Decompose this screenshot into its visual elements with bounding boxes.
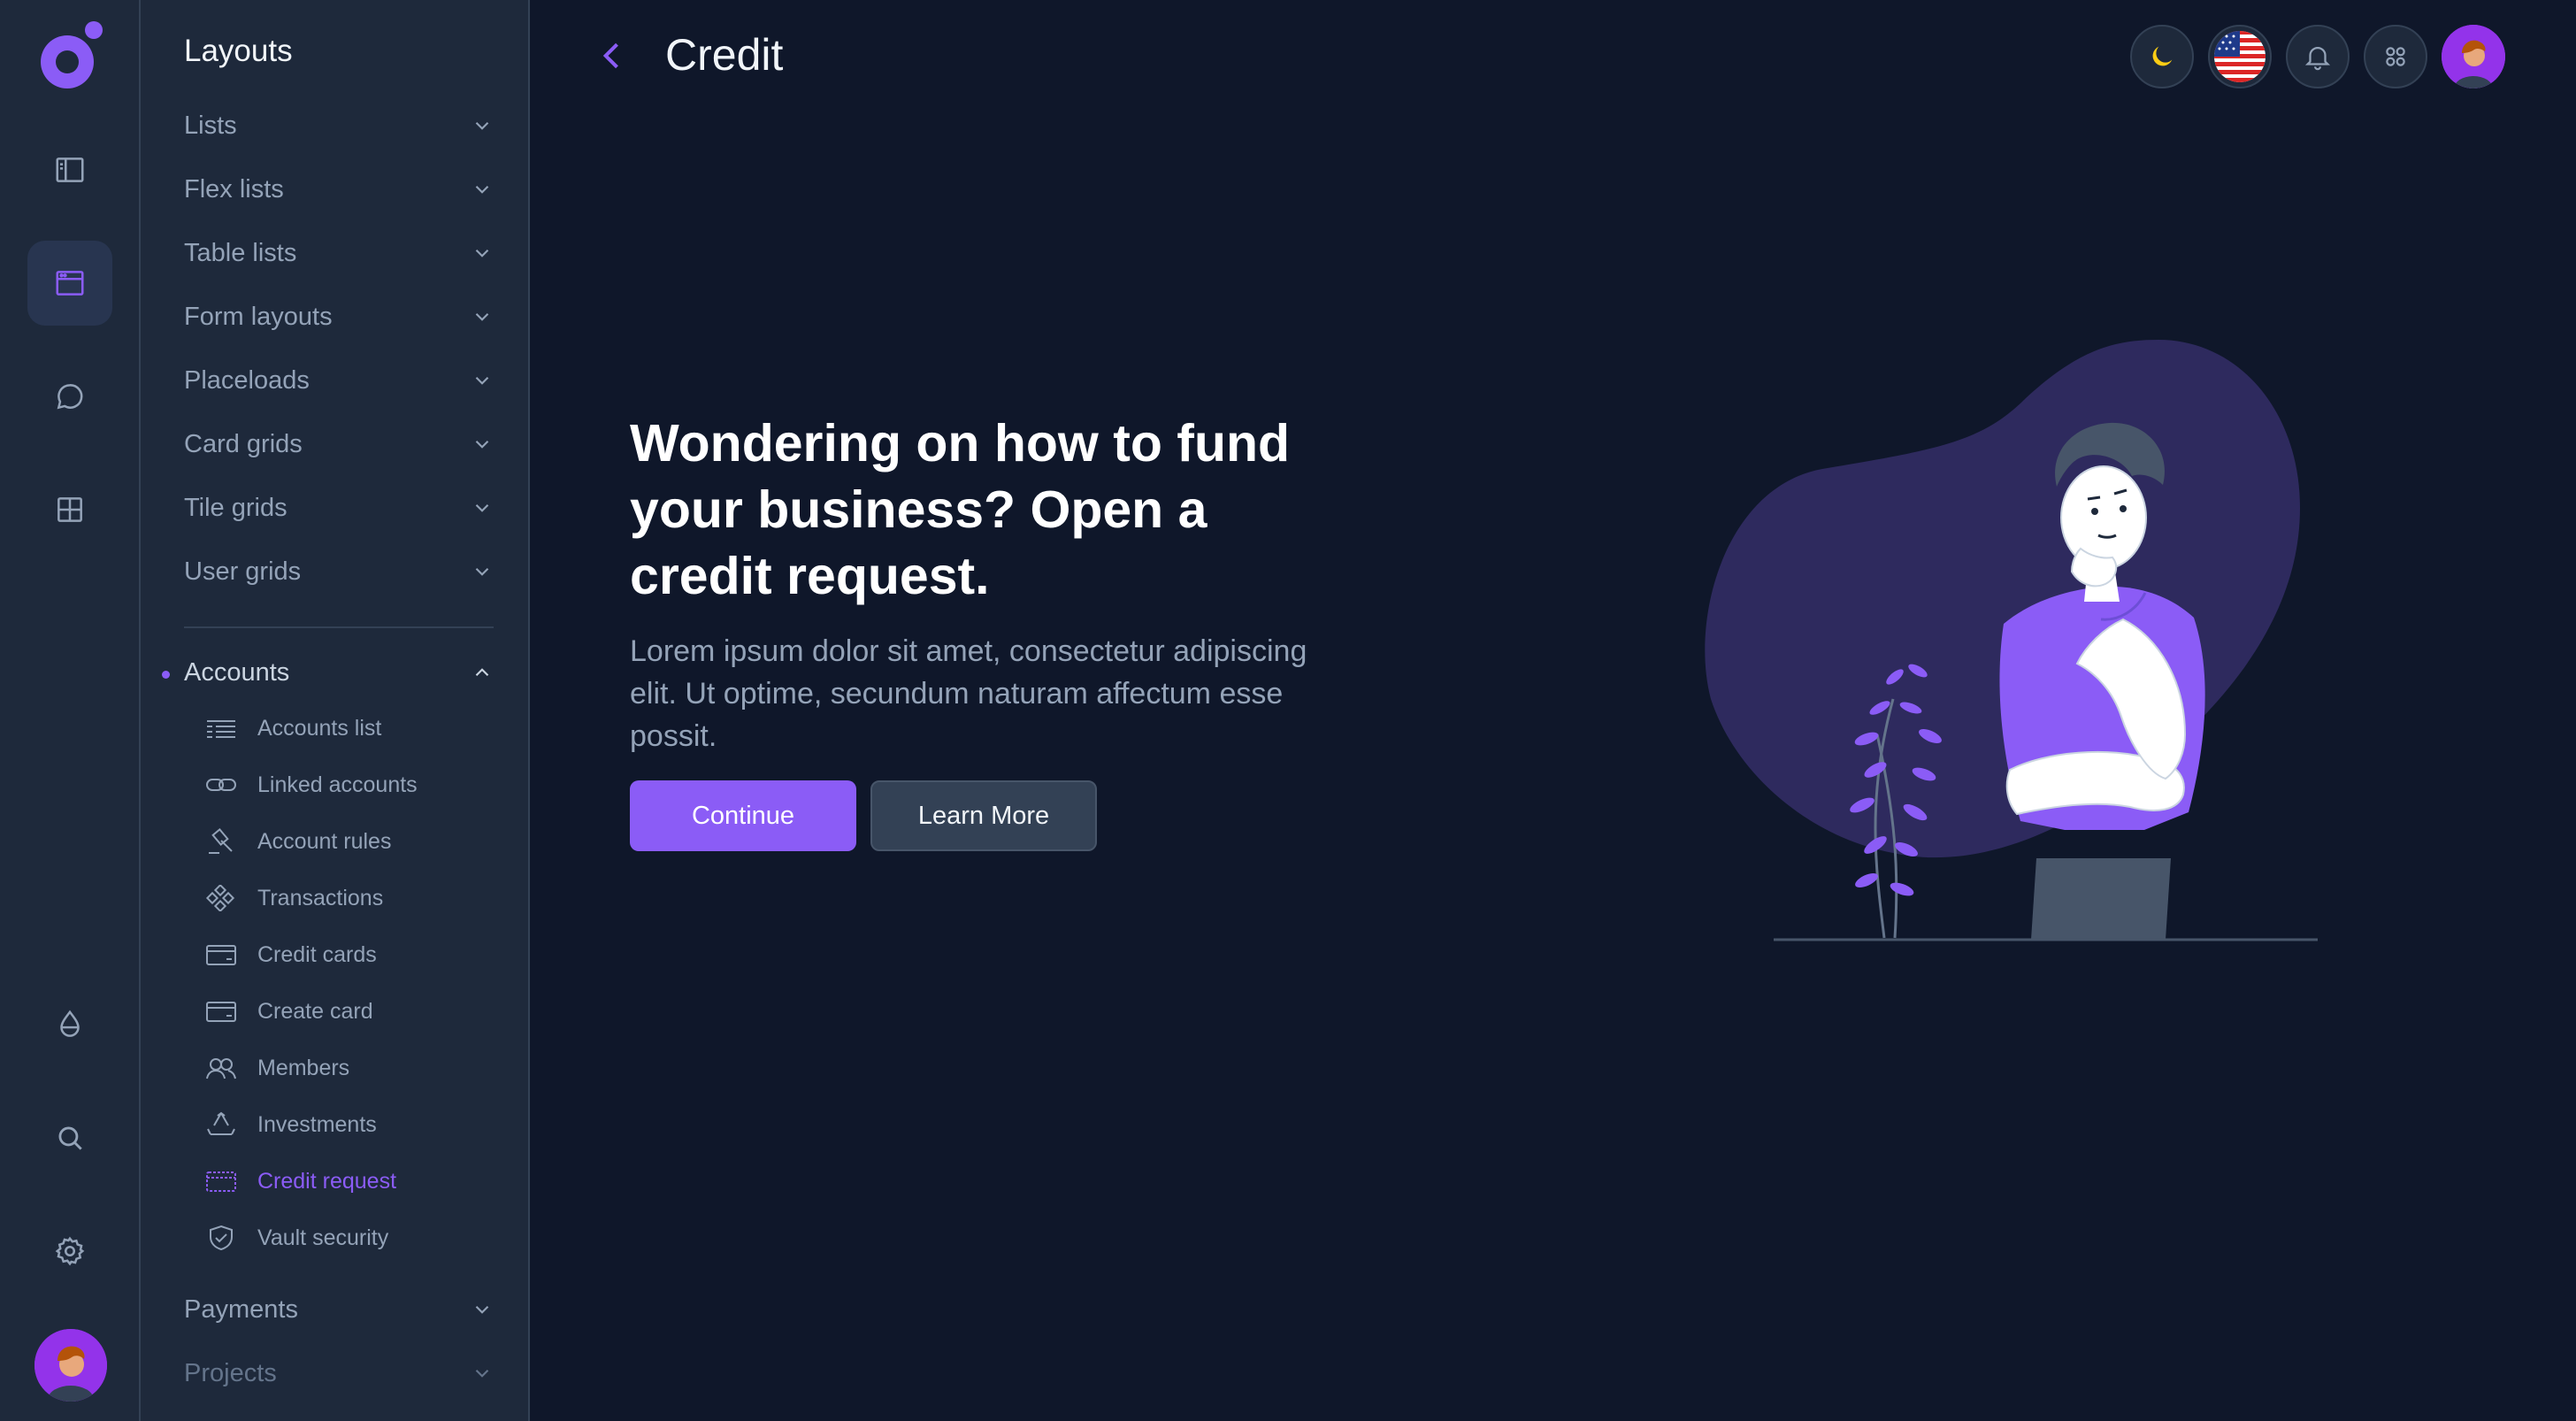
menu-item-label: Flex lists bbox=[184, 174, 284, 204]
learn-more-button[interactable]: Learn More bbox=[870, 780, 1097, 851]
profile-avatar-button[interactable] bbox=[2442, 25, 2505, 88]
menu-item-accounts[interactable]: Accounts bbox=[184, 646, 494, 699]
menu-item-projects[interactable]: Projects bbox=[184, 1347, 494, 1400]
menu-item-card-grids[interactable]: Card grids bbox=[184, 418, 494, 471]
grid-icon[interactable] bbox=[27, 467, 112, 552]
chevron-down-icon bbox=[475, 1369, 489, 1378]
sub-item-label: Transactions bbox=[257, 885, 384, 910]
sub-item-label: Vault security bbox=[257, 1225, 389, 1250]
credit-request-icon bbox=[204, 1168, 238, 1194]
sub-item-members[interactable]: Members bbox=[204, 1046, 349, 1090]
menu-item-placeloads[interactable]: Placeloads bbox=[184, 354, 494, 407]
sub-item-transactions[interactable]: Transactions bbox=[204, 876, 383, 920]
menu-item-label: Form layouts bbox=[184, 302, 333, 331]
sub-item-credit-cards[interactable]: Credit cards bbox=[204, 933, 377, 977]
hero-description: Lorem ipsum dolor sit amet, consectetur … bbox=[630, 634, 1307, 753]
menu-item-label: Lists bbox=[184, 111, 237, 140]
layouts-icon[interactable] bbox=[27, 241, 112, 326]
hero-title: Wondering on how to fund your business? … bbox=[630, 414, 1291, 605]
menu-item-form-layouts[interactable]: Form layouts bbox=[184, 290, 494, 343]
menu-panel: Layouts Lists Flex lists Table lists For… bbox=[141, 0, 530, 1421]
menu-item-lists[interactable]: Lists bbox=[184, 99, 494, 152]
sub-item-credit-request[interactable]: Credit request bbox=[204, 1159, 396, 1203]
apps-grid-icon bbox=[2386, 47, 2405, 66]
chevron-up-icon bbox=[475, 668, 489, 677]
transactions-icon bbox=[204, 885, 238, 911]
sub-item-accounts-list[interactable]: Accounts list bbox=[204, 706, 381, 750]
sub-item-linked-accounts[interactable]: Linked accounts bbox=[204, 763, 418, 807]
link-icon bbox=[204, 772, 238, 798]
thinking-person-illustration bbox=[1698, 327, 2353, 947]
app-logo[interactable] bbox=[34, 19, 104, 94]
menu-item-label: Placeloads bbox=[184, 365, 310, 395]
sub-item-label: Accounts list bbox=[257, 715, 382, 741]
menu-item-label: User grids bbox=[184, 557, 302, 586]
user-avatar[interactable] bbox=[34, 1329, 107, 1402]
us-flag-icon bbox=[2214, 31, 2266, 82]
menu-divider bbox=[184, 626, 494, 628]
chevron-down-icon bbox=[475, 503, 489, 512]
theme-toggle-button[interactable] bbox=[2130, 25, 2194, 88]
list-icon bbox=[204, 715, 238, 741]
continue-button[interactable]: Continue bbox=[630, 780, 856, 851]
menu-item-label: Card grids bbox=[184, 429, 303, 458]
chevron-left-icon bbox=[602, 42, 618, 69]
language-button[interactable] bbox=[2208, 25, 2272, 88]
menu-item-label: Table lists bbox=[184, 238, 297, 267]
chevron-down-icon bbox=[475, 440, 489, 449]
sub-item-investments[interactable]: Investments bbox=[204, 1102, 377, 1147]
search-icon[interactable] bbox=[27, 1095, 112, 1180]
moon-icon bbox=[2152, 46, 2173, 66]
menu-item-label: Accounts bbox=[184, 657, 290, 687]
sub-item-label: Members bbox=[257, 1055, 350, 1080]
gavel-icon bbox=[204, 828, 238, 855]
menu-item-label: Projects bbox=[184, 1358, 277, 1387]
credit-card-icon bbox=[204, 941, 238, 968]
menu-item-payments[interactable]: Payments bbox=[184, 1283, 494, 1336]
sub-item-vault-security[interactable]: Vault security bbox=[204, 1216, 388, 1260]
chevron-down-icon bbox=[475, 376, 489, 385]
chevron-down-icon bbox=[475, 567, 489, 576]
sub-item-label: Credit request bbox=[257, 1168, 397, 1194]
panel-title: Layouts bbox=[184, 34, 293, 68]
chevron-down-icon bbox=[475, 312, 489, 321]
menu-item-table-lists[interactable]: Table lists bbox=[184, 227, 494, 280]
menu-item-tile-grids[interactable]: Tile grids bbox=[184, 481, 494, 534]
sub-item-create-card[interactable]: Create card bbox=[204, 989, 373, 1033]
chat-icon[interactable] bbox=[27, 354, 112, 439]
recycle-icon bbox=[204, 1111, 238, 1138]
chevron-down-icon bbox=[475, 185, 489, 194]
chevron-down-icon bbox=[475, 249, 489, 257]
members-icon bbox=[204, 1055, 238, 1081]
menu-item-label: Tile grids bbox=[184, 493, 288, 522]
settings-icon[interactable] bbox=[27, 1209, 112, 1294]
page-title: Credit bbox=[665, 30, 784, 80]
drop-icon[interactable] bbox=[27, 982, 112, 1067]
sidebar-toggle-icon[interactable] bbox=[27, 127, 112, 212]
avatar bbox=[2442, 25, 2505, 88]
menu-item-label: Payments bbox=[184, 1294, 298, 1324]
sub-item-label: Account rules bbox=[257, 828, 392, 854]
icon-rail bbox=[0, 0, 141, 1421]
active-dot bbox=[162, 671, 170, 679]
sub-item-label: Credit cards bbox=[257, 941, 377, 967]
card-icon bbox=[204, 998, 238, 1025]
shield-icon bbox=[204, 1225, 238, 1251]
bell-icon bbox=[2304, 47, 2331, 71]
sub-item-label: Create card bbox=[257, 998, 373, 1024]
apps-button[interactable] bbox=[2364, 25, 2427, 88]
chevron-down-icon bbox=[475, 121, 489, 130]
menu-item-flex-lists[interactable]: Flex lists bbox=[184, 163, 494, 216]
back-button[interactable] bbox=[593, 34, 632, 78]
sub-item-account-rules[interactable]: Account rules bbox=[204, 819, 391, 864]
sub-item-label: Linked accounts bbox=[257, 772, 418, 797]
menu-item-user-grids[interactable]: User grids bbox=[184, 545, 494, 598]
notifications-button[interactable] bbox=[2286, 25, 2350, 88]
chevron-down-icon bbox=[475, 1305, 489, 1314]
sub-item-label: Investments bbox=[257, 1111, 377, 1137]
